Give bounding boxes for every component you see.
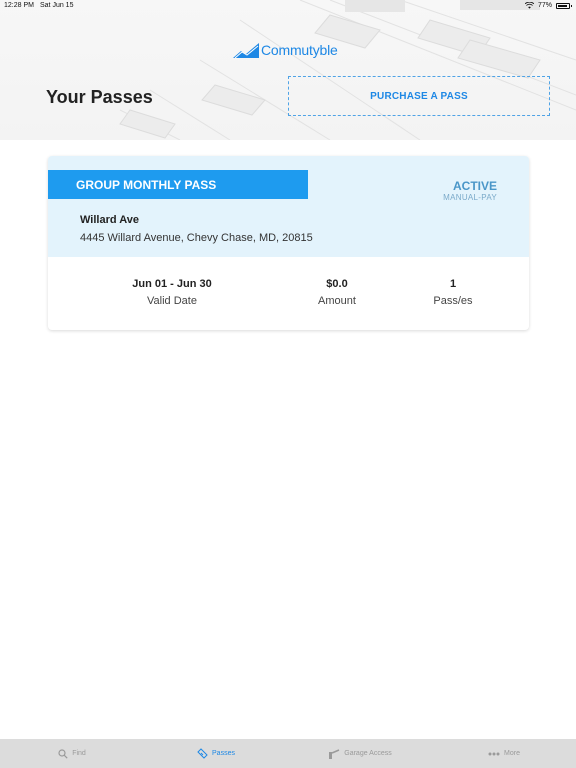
stat-label: Pass/es (433, 295, 473, 307)
logo-mark-icon (233, 42, 259, 58)
stat-amount: $0.0 Amount (306, 278, 368, 307)
bottom-tab-bar: Find Passes Garage Access More (0, 739, 576, 768)
stat-value: $0.0 (326, 278, 348, 290)
location-address: 4445 Willard Avenue, Chevy Chase, MD, 20… (80, 232, 313, 244)
battery-icon (556, 2, 572, 9)
tab-find[interactable]: Find (0, 739, 144, 768)
payment-mode: MANUAL-PAY (443, 193, 497, 202)
location-name: Willard Ave (80, 214, 139, 226)
tab-more[interactable]: More (432, 739, 576, 768)
tab-label: Garage Access (344, 750, 392, 757)
pass-type-banner: GROUP MONTHLY PASS (48, 170, 308, 199)
tab-garage-access[interactable]: Garage Access (288, 739, 432, 768)
stat-label: Amount (318, 295, 356, 307)
brand-name: Commutyble (261, 42, 338, 58)
status-date: Sat Jun 15 (40, 2, 74, 9)
status-time: 12:28 PM (4, 2, 34, 9)
page-title: Your Passes (46, 87, 153, 107)
gate-icon (329, 748, 340, 759)
header-background (0, 0, 576, 140)
stat-value: Jun 01 - Jun 30 (132, 278, 212, 290)
status-indicators: 77% (524, 2, 572, 9)
tab-label: More (504, 750, 520, 757)
battery-percent: 77% (537, 2, 552, 9)
tab-label: Find (72, 750, 86, 757)
pass-status: ACTIVE (452, 179, 497, 193)
pass-card-header: GROUP MONTHLY PASS ACTIVE MANUAL-PAY Wil… (48, 156, 529, 257)
tab-passes[interactable]: Passes (144, 739, 288, 768)
parking-illustration (119, 0, 576, 140)
brand-logo: Commutyble (233, 42, 338, 58)
stat-valid-date: Jun 01 - Jun 30 Valid Date (120, 278, 224, 307)
status-bar: 12:28 PM Sat Jun 15 77% (0, 0, 576, 14)
stat-value: 1 (449, 278, 457, 290)
more-dots-icon (488, 752, 500, 755)
purchase-pass-button[interactable]: PURCHASE A PASS (288, 76, 550, 116)
search-icon (58, 748, 68, 759)
stat-pass-count: 1 Pass/es (420, 278, 486, 307)
stat-label: Valid Date (147, 295, 197, 307)
pass-card[interactable]: GROUP MONTHLY PASS ACTIVE MANUAL-PAY Wil… (48, 156, 529, 330)
wifi-icon (524, 2, 534, 9)
tab-label: Passes (212, 750, 235, 757)
ticket-icon (197, 748, 208, 759)
